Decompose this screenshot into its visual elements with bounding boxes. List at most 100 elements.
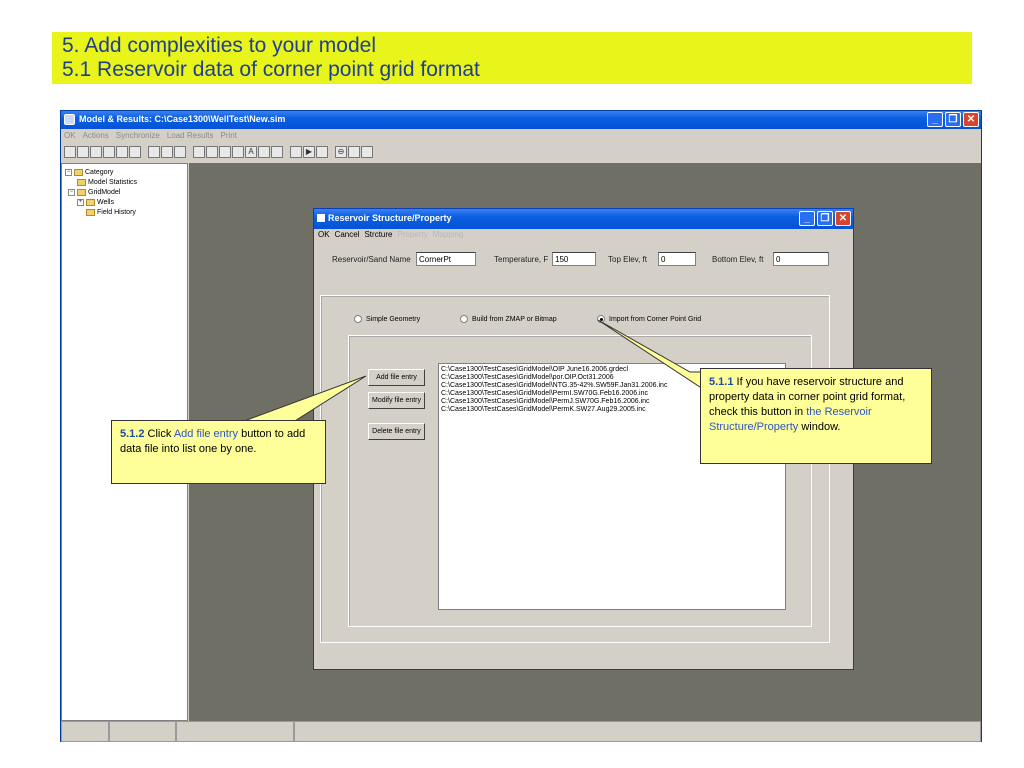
modify-file-entry-button[interactable]: Modify file entry [368,392,425,409]
redo-icon[interactable] [161,146,173,158]
tree-label: Model Statistics [88,178,138,186]
callout-number: 5.1.2 [120,428,145,440]
print-icon[interactable] [129,146,141,158]
paste-icon[interactable] [116,146,128,158]
move-icon[interactable] [258,146,270,158]
radio-label: Simple Geometry [366,315,421,323]
add-file-entry-button[interactable]: Add file entry [368,369,425,386]
slide-title-line2: 5.1 Reservoir data of corner point grid … [62,58,480,81]
radio-selected-icon[interactable] [597,315,605,323]
top-elev-label: Top Elev, ft [608,255,647,264]
close-button[interactable]: ✕ [963,112,979,127]
play-icon[interactable]: ▶ [303,146,315,158]
folder-icon [77,188,86,196]
main-menubar: OK Actions Synchronize Load Results Prin… [61,129,981,143]
zoom-out-icon[interactable] [361,146,373,158]
tree-label: Wells [97,198,114,206]
minimize-button[interactable]: _ [927,112,943,127]
temperature-label: Temperature, F [494,255,549,264]
callout-text: window. [798,421,841,433]
menu-synchronize[interactable]: Synchronize [116,131,160,143]
folder-icon [86,198,95,206]
dialog-menu-ok[interactable]: OK [318,230,330,239]
zoom-icon[interactable] [174,146,186,158]
menu-print[interactable]: Print [221,131,237,143]
main-toolbar: A ▶ ⊖ [61,144,981,161]
stop-icon[interactable] [316,146,328,158]
target-icon[interactable]: ⊖ [335,146,347,158]
pan-icon[interactable] [193,146,205,158]
dialog-menubar: OK Cancel Strcture Property Mapping [318,230,463,239]
callout-5-1-2: 5.1.2 Click Add file entry button to add… [111,420,326,484]
toolbar-separator [187,146,192,158]
bottom-elev-field[interactable]: 0 [773,252,829,266]
toolbar-separator [142,146,147,158]
radio-icon[interactable] [354,315,362,323]
open-icon[interactable] [77,146,89,158]
bottom-elev-label: Bottom Elev, ft [712,255,764,264]
delete-file-entry-button[interactable]: Delete file entry [368,423,425,440]
radio-icon[interactable] [460,315,468,323]
well-icon[interactable] [290,146,302,158]
menu-actions[interactable]: Actions [83,131,109,143]
tree-node-field-history[interactable]: Field History [65,207,184,217]
toolbar-separator [284,146,289,158]
tree-label: GridModel [88,188,121,196]
dialog-menu-mapping: Mapping [432,230,464,239]
menu-load-results[interactable]: Load Results [167,131,214,143]
radio-zmap[interactable]: Build from ZMAP or Bitmap [460,315,557,323]
collapse-icon[interactable]: − [68,188,75,196]
callout-link-text: Add file entry [173,428,239,440]
tree-node-category[interactable]: − Category [65,167,184,177]
dialog-titlebar[interactable]: Reservoir Structure/Property _ ❐ ✕ [314,209,853,229]
main-window-title: Model & Results: C:\Case1300\WellTest\Ne… [79,114,286,124]
toolbar-separator [329,146,334,158]
dialog-menu-structure[interactable]: Strcture [364,230,392,239]
zoom-in-icon[interactable] [348,146,360,158]
status-pane [294,721,981,742]
main-window-titlebar[interactable]: Model & Results: C:\Case1300\WellTest\Ne… [61,111,981,129]
dialog-menu-property: Property [397,230,428,239]
tree-label: Category [85,168,114,176]
tree-node-wells[interactable]: + Wells [65,197,184,207]
rect-icon[interactable] [219,146,231,158]
status-pane [109,721,176,742]
pointer-icon[interactable] [206,146,218,158]
save-icon[interactable] [90,146,102,158]
restore-button[interactable]: ❐ [945,112,961,127]
status-pane [61,721,109,742]
slide-title: 5. Add complexities to your model 5.1 Re… [52,32,972,84]
dialog-title: Reservoir Structure/Property [328,213,452,223]
tree-node-gridmodel[interactable]: − GridModel [65,187,184,197]
top-elev-field[interactable]: 0 [658,252,696,266]
text-icon[interactable]: A [245,146,257,158]
status-pane [176,721,294,742]
polygon-icon[interactable] [232,146,244,158]
dialog-maximize-button[interactable]: ❐ [817,211,833,226]
collapse-icon[interactable]: − [65,168,72,176]
dialog-minimize-button[interactable]: _ [799,211,815,226]
folder-icon [86,208,95,216]
tree-label: Field History [97,208,136,216]
tree-node-model-statistics[interactable]: Model Statistics [65,177,184,187]
name-field[interactable]: CornerPt [416,252,476,266]
callout-number: 5.1.1 [709,376,734,388]
dialog-app-icon [317,214,325,222]
undo-icon[interactable] [148,146,160,158]
status-bar [61,721,981,742]
temperature-field[interactable]: 150 [552,252,596,266]
grid-icon[interactable] [271,146,283,158]
app-icon [64,114,75,125]
menu-ok[interactable]: OK [64,131,76,143]
copy-icon[interactable] [103,146,115,158]
folder-icon [77,178,86,186]
callout-text: Click [144,428,174,440]
new-icon[interactable] [64,146,76,158]
dialog-menu-cancel[interactable]: Cancel [335,230,360,239]
name-label: Reservoir/Sand Name [332,255,411,264]
radio-simple-geometry[interactable]: Simple Geometry [354,315,420,323]
expand-icon[interactable]: + [77,198,84,206]
radio-corner-point-grid[interactable]: Import from Corner Point Grid [597,315,701,323]
radio-label: Build from ZMAP or Bitmap [472,315,557,323]
dialog-close-button[interactable]: ✕ [835,211,851,226]
